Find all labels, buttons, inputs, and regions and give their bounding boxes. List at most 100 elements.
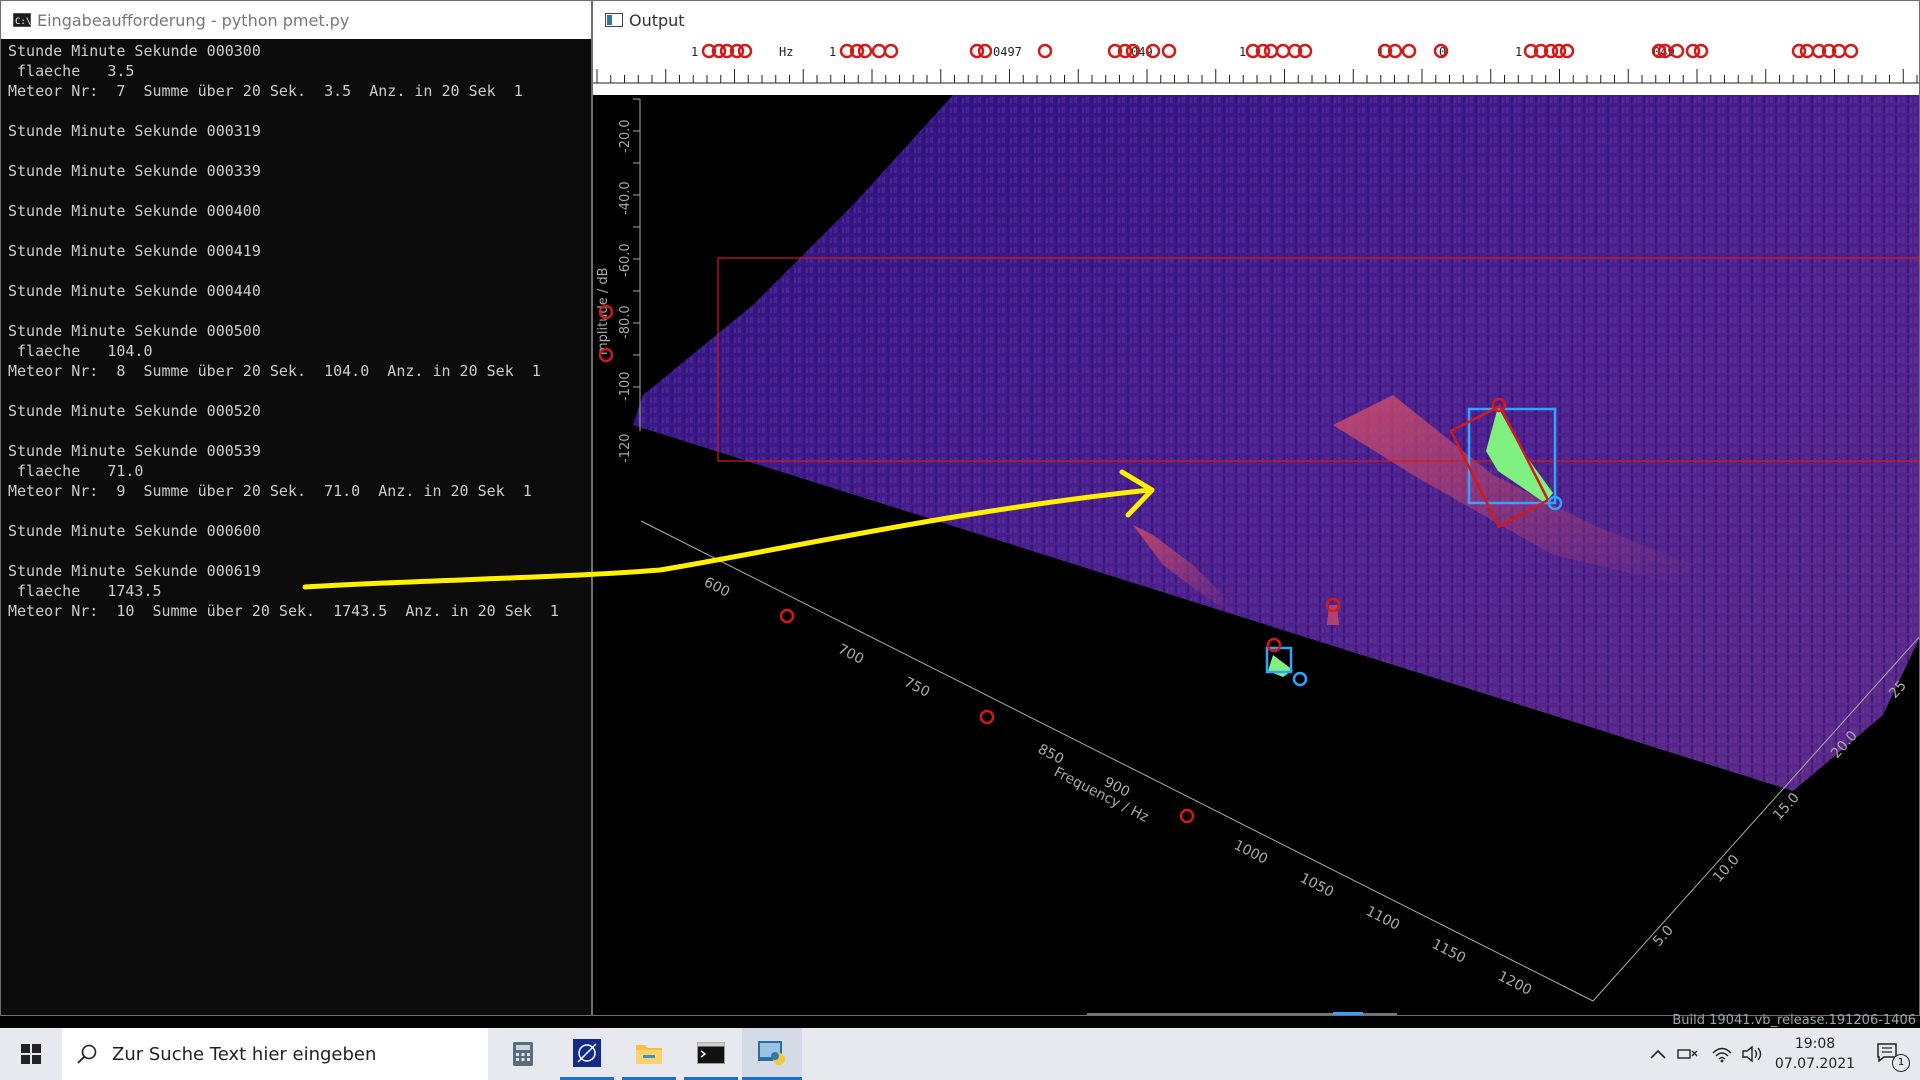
tray-wifi[interactable] [1708, 1028, 1736, 1080]
taskbar-app-satellite[interactable] [560, 1028, 614, 1080]
ruler-marker [1161, 43, 1177, 59]
plot-scrollbar-thumb[interactable] [1333, 1012, 1363, 1016]
frequency-tick: 700 [835, 641, 866, 667]
console-line: Stunde Minute Sekunde 000419 [8, 242, 261, 260]
marker-circle [1179, 808, 1195, 824]
console-line: Stunde Minute Sekunde 000500 [8, 322, 261, 340]
ruler-label: 1 [829, 45, 836, 59]
amplitude-tick: -80.0 [618, 305, 633, 339]
frequency-ruler[interactable]: 1 Hz 1 0497 049 1 1 0 1 049 [593, 39, 1920, 95]
tray-volume[interactable] [1738, 1028, 1766, 1080]
console-window[interactable]: C:\ Eingabeaufforderung - python pmet.py… [0, 0, 592, 1016]
satellite-app-icon [573, 1038, 601, 1067]
console-line: flaeche 3.5 [8, 62, 135, 80]
console-line: Meteor Nr: 7 Summe über 20 Sek. 3.5 Anz.… [8, 82, 523, 100]
console-line: Meteor Nr: 10 Summe über 20 Sek. 1743.5 … [8, 602, 559, 620]
wifi-icon [1712, 1047, 1732, 1063]
output-titlebar[interactable]: Output [593, 1, 1919, 39]
frequency-tick: 1100 [1363, 903, 1402, 933]
spectrum-texture [633, 95, 1919, 791]
ruler-marker [857, 43, 873, 59]
console-titlebar[interactable]: C:\ Eingabeaufforderung - python pmet.py [1, 1, 591, 39]
frequency-tick: 1200 [1495, 968, 1534, 998]
ruler-markers [701, 43, 1859, 59]
spectrum-3d-plot[interactable]: -20.0 -40.0 -60.0 -80.0 -100 -120 mplitu… [593, 95, 1920, 1016]
search-box[interactable]: Zur Suche Text hier eingeben [62, 1028, 488, 1080]
output-window[interactable]: Output 1 Hz 1 0497 049 1 1 0 1 049 -20.0… [592, 0, 1920, 1016]
tray-overflow[interactable] [1644, 1028, 1672, 1080]
volume-icon [1742, 1045, 1762, 1063]
ruler-marker [1037, 43, 1053, 59]
console-line: Stunde Minute Sekunde 000300 [8, 42, 261, 60]
ruler-marker [737, 43, 753, 59]
console-title: Eingabeaufforderung - python pmet.py [37, 10, 350, 30]
taskbar-app-calculator[interactable] [500, 1028, 546, 1080]
ruler-marker [1401, 43, 1417, 59]
ruler-marker [1693, 43, 1709, 59]
ruler-label: Hz [779, 45, 793, 59]
windows-logo-icon [21, 1044, 41, 1064]
tray-clock[interactable]: 19:08 07.07.2021 [1770, 1028, 1860, 1080]
taskbar-app-python[interactable] [742, 1028, 802, 1080]
notification-center-button[interactable]: 1 [1864, 1028, 1914, 1080]
amplitude-tick: -120 [618, 433, 633, 463]
console-line: Stunde Minute Sekunde 000600 [8, 522, 261, 540]
console-line: Meteor Nr: 9 Summe über 20 Sek. 71.0 Anz… [8, 482, 532, 500]
console-output[interactable]: Stunde Minute Sekunde 000300 flaeche 3.5… [1, 39, 591, 621]
search-placeholder: Zur Suche Text hier eingeben [112, 1043, 377, 1065]
console-line: flaeche 71.0 [8, 462, 144, 480]
console-line: Stunde Minute Sekunde 000440 [8, 282, 261, 300]
frequency-tick: 850 [1035, 741, 1066, 767]
output-title: Output [629, 10, 685, 30]
frequency-tick: 1050 [1297, 870, 1336, 900]
console-line: Stunde Minute Sekunde 000339 [8, 162, 261, 180]
ruler-label: 0497 [993, 45, 1022, 59]
meteor-shape [1268, 655, 1293, 677]
frequency-tick: 1000 [1231, 837, 1270, 867]
python-icon [758, 1040, 785, 1065]
amplitude-tick: -20.0 [618, 119, 633, 153]
marker-circle [979, 709, 995, 725]
search-icon [77, 1044, 97, 1064]
amplitude-tick: -60.0 [618, 243, 633, 277]
amplitude-tick: -100 [618, 371, 633, 401]
frequency-tick: 1150 [1429, 936, 1468, 966]
network-disconnected-icon [1677, 1049, 1698, 1059]
marker-circle [779, 608, 795, 624]
ruler-marker [1843, 43, 1859, 59]
ruler-label: 1 [691, 45, 698, 59]
ruler-marker [1263, 43, 1279, 59]
console-line: Stunde Minute Sekunde 000619 [8, 562, 261, 580]
ruler-label: 1 [1239, 45, 1246, 59]
console-line: Stunde Minute Sekunde 000520 [8, 402, 261, 420]
chevron-up-icon [1650, 1049, 1666, 1059]
taskbar-app-terminal[interactable] [684, 1028, 738, 1080]
svg-text:C:\: C:\ [15, 17, 31, 27]
clock-date: 07.07.2021 [1774, 1056, 1856, 1072]
amplitude-label: mplitude / dB [596, 267, 611, 355]
frequency-label: Frequency / Hz [1051, 764, 1151, 825]
console-line: Stunde Minute Sekunde 000400 [8, 202, 261, 220]
ruler-marker [883, 43, 899, 59]
output-app-icon [605, 13, 623, 27]
ruler-marker [1799, 43, 1815, 59]
tray-bluetooth[interactable] [1674, 1028, 1702, 1080]
file-explorer-icon [636, 1044, 662, 1064]
taskbar-app-explorer[interactable] [622, 1028, 676, 1080]
start-button[interactable] [0, 1028, 62, 1080]
ruler-marker [977, 43, 993, 59]
marker-circle [1292, 671, 1308, 687]
console-line: Meteor Nr: 8 Summe über 20 Sek. 104.0 An… [8, 362, 541, 380]
clock-time: 19:08 [1794, 1036, 1836, 1052]
ruler-ticks [593, 69, 1919, 84]
taskbar: Zur Suche Text hier eingeben 19:08 07.07… [0, 1028, 1920, 1080]
frequency-tick: 750 [901, 674, 932, 700]
